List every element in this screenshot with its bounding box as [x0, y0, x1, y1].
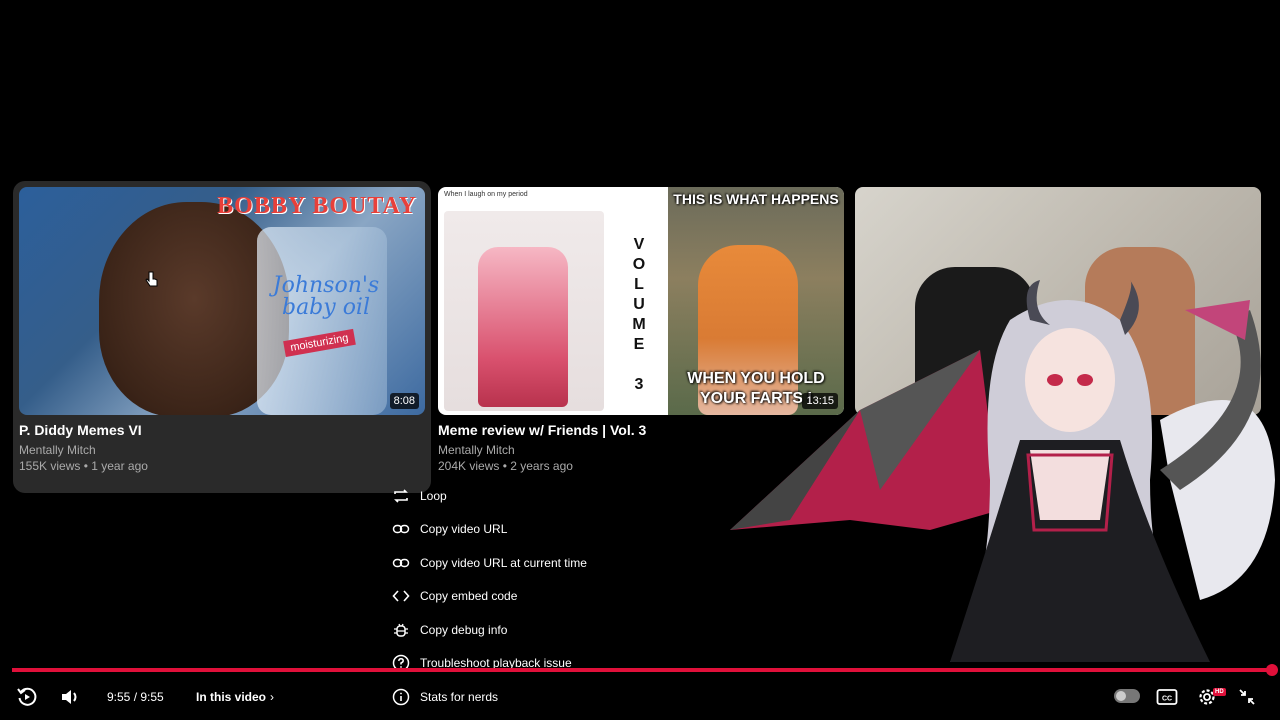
menu-item-label: Copy embed code — [420, 588, 518, 603]
code-icon — [391, 586, 411, 606]
menu-item-loop[interactable]: Loop — [383, 479, 623, 512]
chevron-right-icon: › — [270, 690, 275, 704]
hd-badge: HD — [1213, 688, 1226, 696]
menu-item-label: Copy debug info — [420, 622, 508, 637]
face — [1025, 328, 1115, 432]
settings-button[interactable] — [1193, 680, 1221, 714]
horn-right — [1120, 280, 1139, 335]
scrubber-handle[interactable] — [1266, 664, 1278, 676]
bug-icon — [391, 620, 411, 640]
tail-tip — [1185, 300, 1250, 340]
volume-button[interactable] — [55, 680, 85, 714]
eye-left — [1047, 374, 1063, 386]
menu-item-copy-embed[interactable]: Copy embed code — [383, 579, 623, 612]
captions-icon: CC — [1156, 689, 1178, 705]
video-meta: 204K views • 2 years ago — [438, 459, 573, 473]
svg-text:CC: CC — [1162, 696, 1172, 703]
channel-name: Mentally Mitch — [19, 443, 96, 457]
toggle-knob — [1116, 691, 1126, 701]
vtuber-avatar-overlay — [730, 280, 1275, 662]
menu-item-copy-url[interactable]: Copy video URL — [383, 512, 623, 545]
time-display: 9:55 / 9:55 — [107, 690, 164, 704]
progress-bar[interactable] — [12, 664, 1278, 676]
volume-icon — [62, 690, 77, 704]
menu-item-copy-url-time[interactable]: Copy video URL at current time — [383, 546, 623, 579]
thumbnail-top-caption: When I laugh on my period — [444, 191, 528, 198]
menu-item-label: Copy video URL — [420, 521, 508, 536]
thumbnail-label-text: Johnson's baby oil — [272, 273, 380, 320]
loop-icon — [391, 486, 411, 506]
menu-item-copy-debug[interactable]: Copy debug info — [383, 613, 623, 646]
thumbnail-caption-top: THIS IS WHAT HAPPENS — [673, 191, 839, 207]
captions-button[interactable]: CC — [1153, 680, 1181, 714]
chest — [1030, 450, 1110, 520]
eye-right — [1077, 374, 1093, 386]
link-icon — [391, 553, 411, 573]
duration-badge: 8:08 — [389, 393, 419, 409]
menu-item-label: Copy video URL at current time — [420, 555, 587, 570]
video-thumbnail[interactable]: BOBBY BOUTAY Johnson's baby oil moisturi… — [19, 187, 425, 415]
exit-fullscreen-icon — [1239, 689, 1255, 705]
exit-fullscreen-button[interactable] — [1233, 680, 1261, 714]
thumbnail-bottle — [257, 227, 387, 415]
endscreen-card-1[interactable]: BOBBY BOUTAY Johnson's baby oil moisturi… — [13, 181, 431, 493]
progress-fill — [12, 668, 1272, 672]
thumbnail-brand-text: BOBBY BOUTAY — [217, 193, 417, 219]
channel-name: Mentally Mitch — [438, 443, 515, 457]
chapter-label: In this video — [196, 690, 267, 704]
video-meta: 155K views • 1 year ago — [19, 459, 148, 473]
replay-button[interactable] — [12, 680, 42, 714]
thumbnail-volume-text: VOLUME3 — [610, 187, 668, 415]
link-icon — [391, 519, 411, 539]
video-title[interactable]: Meme review w/ Friends | Vol. 3 — [438, 422, 646, 438]
cursor-hand-icon — [145, 271, 158, 287]
menu-item-troubleshoot[interactable]: Troubleshoot playback issue — [383, 646, 623, 679]
player-controls: 9:55 / 9:55 In this video › CC HD — [0, 680, 1280, 714]
video-title[interactable]: P. Diddy Memes VI — [19, 422, 142, 438]
menu-item-label: Loop — [420, 488, 447, 503]
autoplay-toggle[interactable] — [1114, 689, 1140, 703]
replay-icon — [17, 687, 37, 706]
thumbnail-person — [478, 247, 568, 407]
chapter-button[interactable]: In this video › — [196, 690, 274, 704]
